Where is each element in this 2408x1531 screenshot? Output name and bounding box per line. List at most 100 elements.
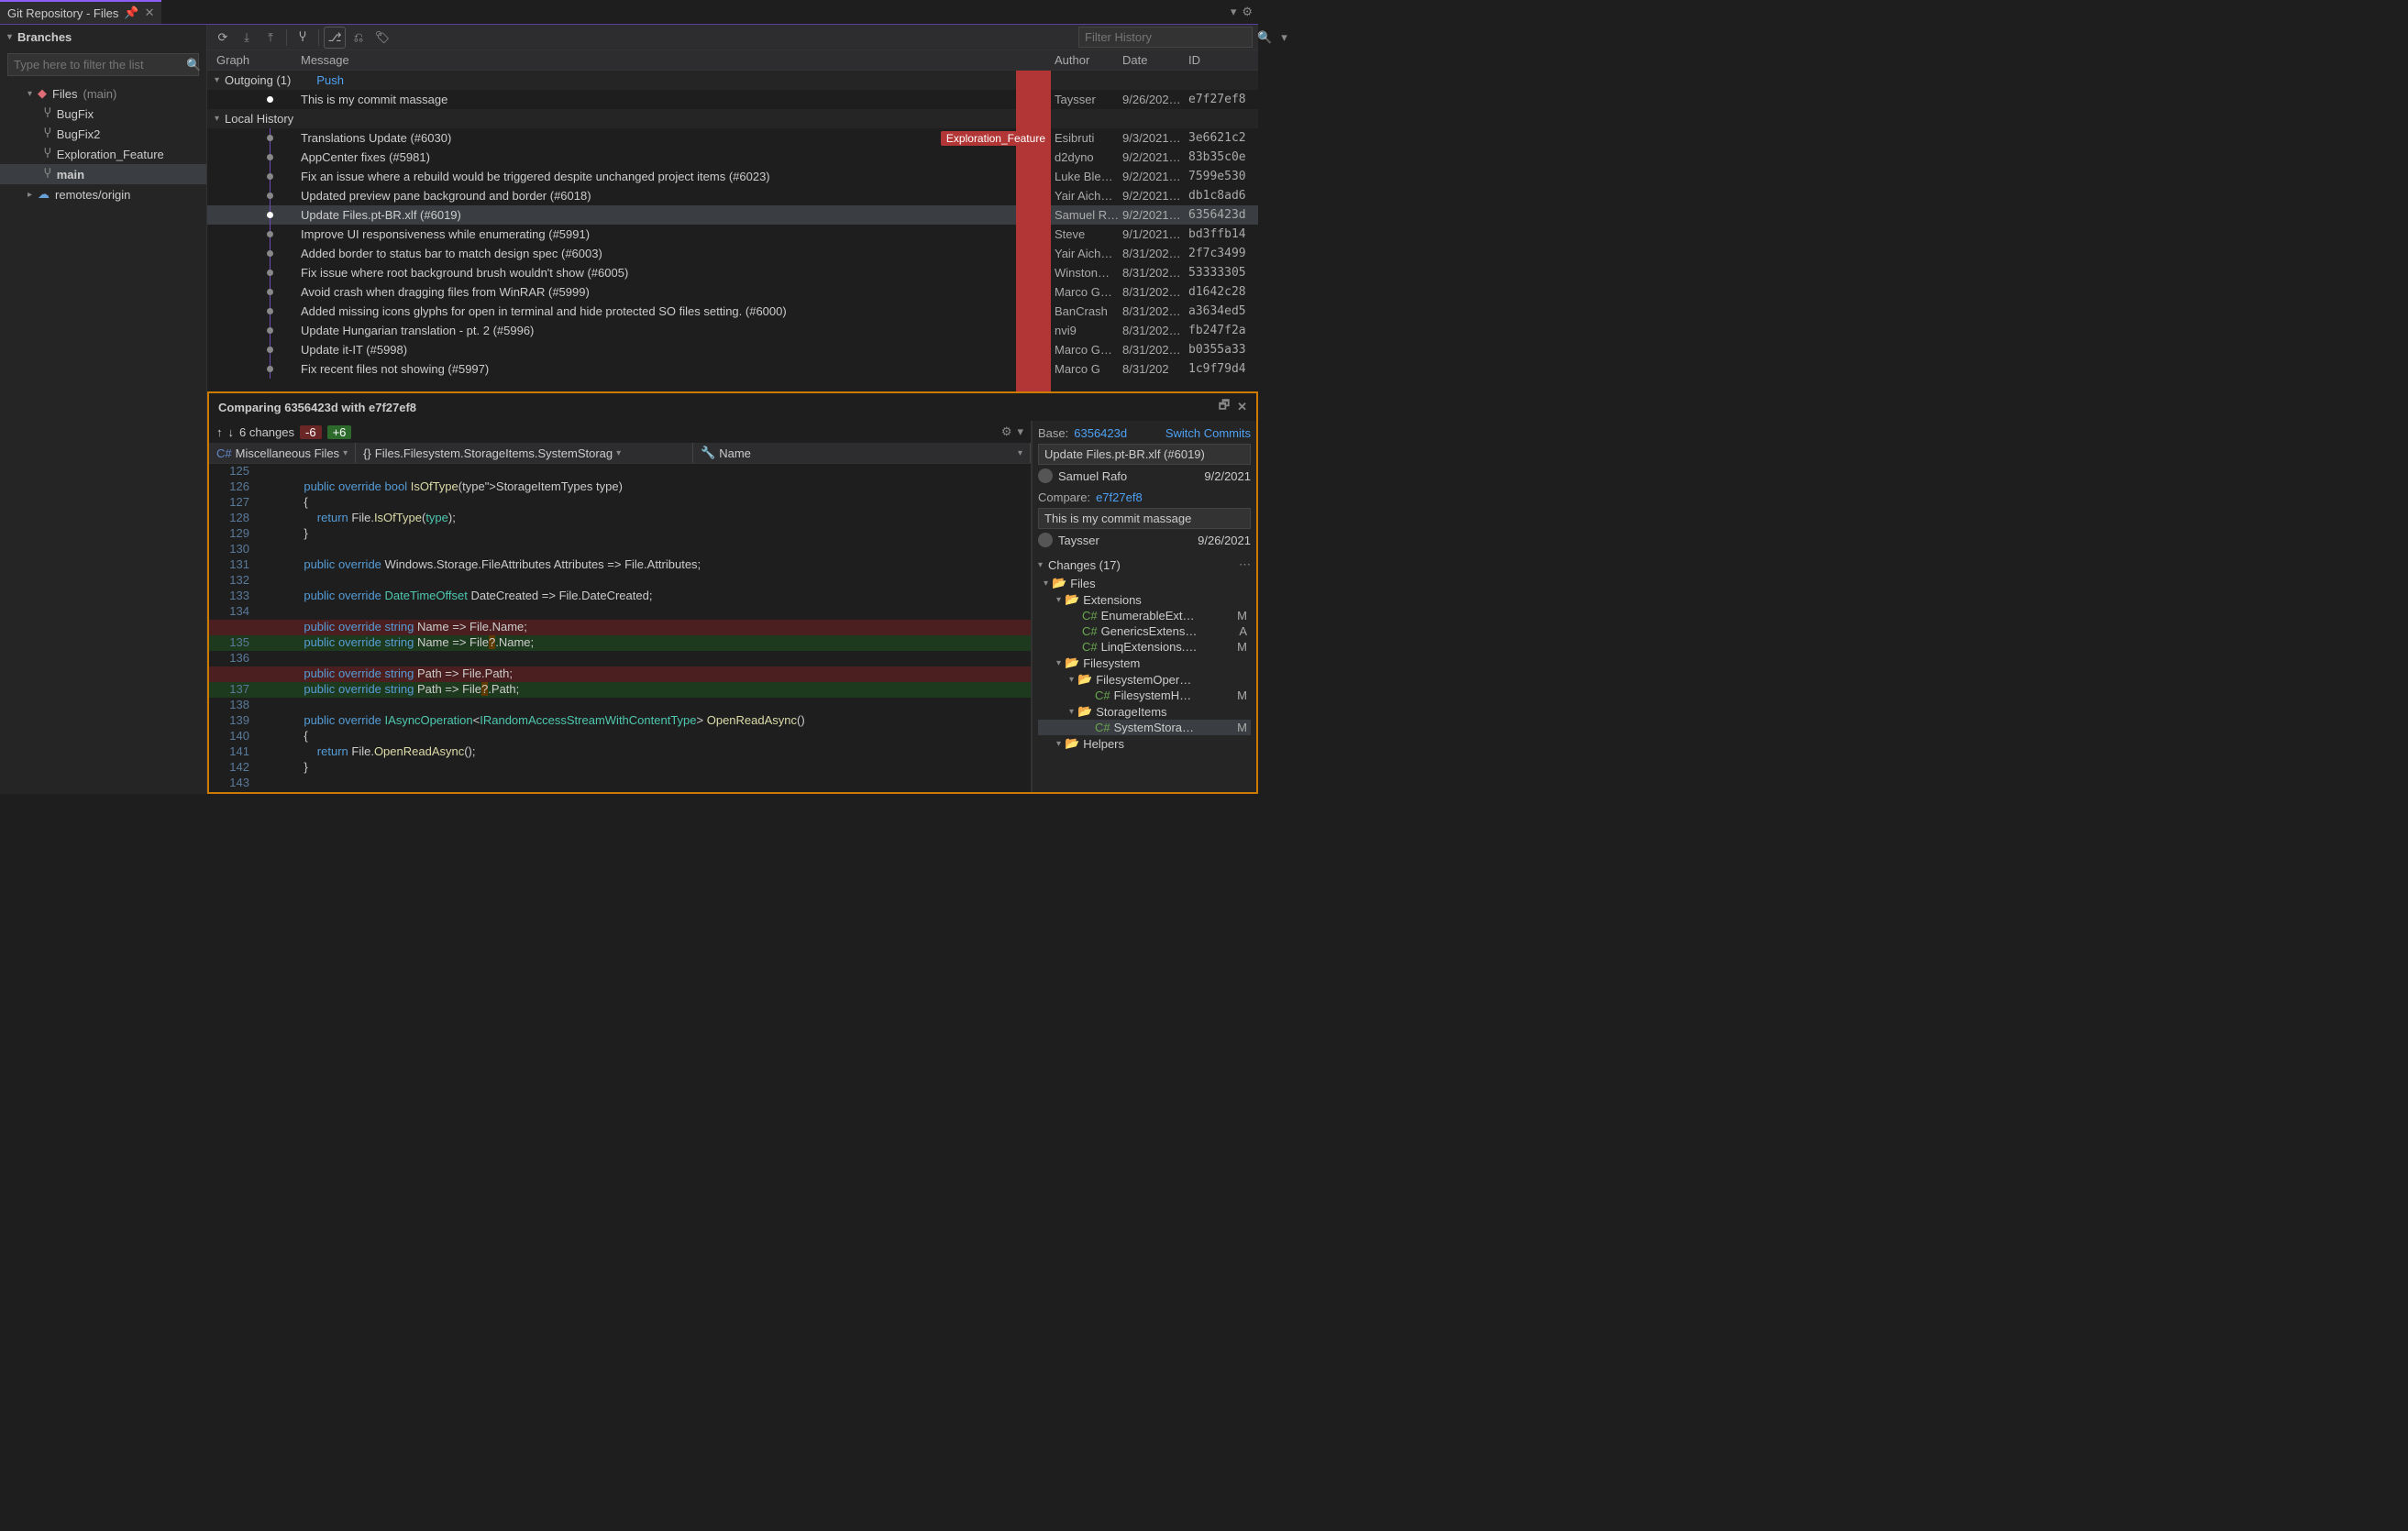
changes-count: 6 changes bbox=[239, 425, 294, 439]
commit-row[interactable]: Fix an issue where a rebuild would be tr… bbox=[207, 167, 1258, 186]
col-message[interactable]: Message bbox=[301, 53, 1055, 67]
branch-item[interactable]: Ⴤ Exploration_Feature bbox=[0, 144, 206, 164]
tag-icon[interactable]: 🏷 bbox=[372, 28, 392, 48]
branch-tag: Exploration_Feature bbox=[941, 131, 1051, 146]
chevron-right-icon: ▸ bbox=[28, 190, 32, 200]
next-change-icon[interactable]: ↓ bbox=[228, 425, 235, 439]
csharp-icon: C# bbox=[1095, 688, 1110, 702]
branch-filter-input[interactable] bbox=[8, 54, 181, 75]
code-editor[interactable]: 125 126 public override bool IsOfType(ty… bbox=[209, 464, 1031, 792]
compare-commit-msg: This is my commit massage bbox=[1038, 508, 1251, 529]
code-line: 127 { bbox=[209, 495, 1031, 511]
col-date[interactable]: Date bbox=[1122, 53, 1188, 67]
remotes-node[interactable]: ▸ ☁ remotes/origin bbox=[0, 184, 206, 204]
tab-title: Git Repository - Files bbox=[7, 6, 118, 20]
col-graph[interactable]: Graph bbox=[207, 53, 301, 67]
chevron-down-icon[interactable]: ▾ bbox=[1017, 424, 1023, 439]
tab-git-repository[interactable]: Git Repository - Files 📌 ✕ bbox=[0, 0, 161, 24]
prev-change-icon[interactable]: ↑ bbox=[216, 425, 223, 439]
code-line: 141 return File.OpenReadAsync(); bbox=[209, 744, 1031, 760]
switch-commits[interactable]: Switch Commits bbox=[1165, 426, 1251, 440]
restore-icon[interactable]: 🗗 bbox=[1219, 397, 1230, 417]
base-commit-msg: Update Files.pt-BR.xlf (#6019) bbox=[1038, 444, 1251, 465]
base-hash[interactable]: 6356423d bbox=[1074, 426, 1127, 440]
filter-history[interactable]: 🔍 ▾ bbox=[1078, 27, 1253, 48]
branch-graph-icon[interactable]: Ⴤ bbox=[293, 28, 313, 48]
commit-row[interactable]: Avoid crash when dragging files from Win… bbox=[207, 282, 1258, 302]
gear-icon[interactable]: ⚙ bbox=[1242, 5, 1253, 19]
csharp-icon: C# bbox=[1082, 624, 1098, 638]
csharp-icon: C# bbox=[1082, 640, 1098, 654]
code-line: 134 bbox=[209, 604, 1031, 620]
change-tree-item[interactable]: C#SystemStora… M bbox=[1038, 720, 1251, 735]
close-icon[interactable]: ✕ bbox=[1237, 400, 1247, 414]
folder-icon: 📂 bbox=[1077, 672, 1092, 687]
change-tree-item[interactable]: ▾📂Filesystem bbox=[1038, 655, 1251, 671]
pin-icon[interactable]: 📌 bbox=[124, 6, 138, 20]
code-line: 142 } bbox=[209, 760, 1031, 776]
branch-item[interactable]: Ⴤ BugFix bbox=[0, 104, 206, 124]
change-tree-item[interactable]: C#FilesystemH… M bbox=[1038, 688, 1251, 703]
avatar bbox=[1038, 468, 1053, 483]
commit-row[interactable]: Updated preview pane background and bord… bbox=[207, 186, 1258, 205]
change-tree-item[interactable]: ▾📂StorageItems bbox=[1038, 703, 1251, 720]
cloud-icon: ☁ bbox=[38, 187, 50, 202]
commit-row[interactable]: Added missing icons glyphs for open in t… bbox=[207, 302, 1258, 321]
changes-header[interactable]: ▾ Changes (17) ⋯ bbox=[1038, 555, 1251, 575]
crumb-namespace[interactable]: {} Files.Filesystem.StorageItems.SystemS… bbox=[356, 443, 693, 463]
commit-row[interactable]: Translations Update (#6030)Exploration_F… bbox=[207, 128, 1258, 148]
code-line: 125 bbox=[209, 464, 1031, 479]
chevron-down-icon[interactable]: ▾ bbox=[1277, 30, 1291, 45]
csharp-icon: C# bbox=[1095, 721, 1110, 734]
branch-icon: Ⴤ bbox=[44, 147, 51, 161]
search-icon[interactable]: 🔍 bbox=[1252, 30, 1277, 45]
chevron-down-icon[interactable]: ▾ bbox=[7, 32, 12, 42]
code-line: 130 bbox=[209, 542, 1031, 557]
graph-remote-icon[interactable]: ⎌ bbox=[348, 28, 369, 48]
commit-row[interactable]: AppCenter fixes (#5981) d2dyno 9/2/2021…… bbox=[207, 148, 1258, 167]
code-line: 131 public override Windows.Storage.File… bbox=[209, 557, 1031, 573]
commit-row[interactable]: Fix recent files not showing (#5997) Mar… bbox=[207, 359, 1258, 379]
refresh-icon[interactable]: ⟳ bbox=[213, 28, 233, 48]
more-icon[interactable]: ⋯ bbox=[1239, 557, 1251, 572]
change-tree-item[interactable]: ▾📂Files bbox=[1038, 575, 1251, 591]
close-icon[interactable]: ✕ bbox=[145, 6, 155, 20]
change-tree-item[interactable]: ▾📂Helpers bbox=[1038, 735, 1251, 752]
change-tree-item[interactable]: C#EnumerableExt… M bbox=[1038, 608, 1251, 623]
branch-item[interactable]: Ⴤ BugFix2 bbox=[0, 124, 206, 144]
col-id[interactable]: ID bbox=[1188, 53, 1258, 67]
crumb-member[interactable]: 🔧 Name ▾ bbox=[693, 443, 1031, 463]
crumb-project[interactable]: C# Miscellaneous Files ▾ bbox=[209, 443, 356, 463]
search-icon[interactable]: 🔍 bbox=[181, 58, 206, 72]
chevron-down-icon: ▾ bbox=[28, 89, 32, 99]
commit-row[interactable]: Added border to status bar to match desi… bbox=[207, 244, 1258, 263]
compare-hash[interactable]: e7f27ef8 bbox=[1096, 490, 1143, 504]
change-tree-item[interactable]: C#GenericsExtens… A bbox=[1038, 623, 1251, 639]
code-line: 144 public override IAsyncOperation<IInp… bbox=[209, 791, 1031, 792]
repo-root[interactable]: ▾ ◆ Files (main) bbox=[0, 83, 206, 104]
change-tree-item[interactable]: ▾📂FilesystemOper… bbox=[1038, 671, 1251, 688]
fetch-icon: ⤓ bbox=[237, 28, 257, 48]
commit-row[interactable]: Improve UI responsiveness while enumerat… bbox=[207, 225, 1258, 244]
branch-filter[interactable]: 🔍 bbox=[7, 53, 199, 76]
pull-icon: ⤒ bbox=[260, 28, 281, 48]
commit-row[interactable]: This is my commit massage main Taysser 9… bbox=[207, 90, 1258, 109]
avatar bbox=[1038, 533, 1053, 547]
commit-row[interactable]: Update it-IT (#5998) Marco G… 8/31/202… … bbox=[207, 340, 1258, 359]
folder-icon: 📂 bbox=[1052, 576, 1066, 590]
branch-item[interactable]: Ⴤ main bbox=[0, 164, 206, 184]
branches-sidebar: ▾ Branches 🔍 ▾ ◆ Files (main) Ⴤ BugFix Ⴤ… bbox=[0, 25, 207, 794]
chevron-down-icon[interactable]: ▾ bbox=[1231, 5, 1237, 19]
commit-row[interactable]: Update Hungarian translation - pt. 2 (#5… bbox=[207, 321, 1258, 340]
code-line: public override string Name => File.Name… bbox=[209, 620, 1031, 635]
filter-history-input[interactable] bbox=[1079, 28, 1252, 47]
commit-row[interactable]: Fix issue where root background brush wo… bbox=[207, 263, 1258, 282]
additions-pill: +6 bbox=[327, 425, 352, 439]
change-tree-item[interactable]: C#LinqExtensions.… M bbox=[1038, 639, 1251, 655]
gear-icon[interactable]: ⚙ bbox=[1001, 424, 1012, 439]
graph-local-icon[interactable]: ⎇ bbox=[325, 28, 345, 48]
change-tree-item[interactable]: ▾📂Extensions bbox=[1038, 591, 1251, 608]
commit-row[interactable]: Update Files.pt-BR.xlf (#6019) Samuel R…… bbox=[207, 205, 1258, 225]
col-author[interactable]: Author bbox=[1055, 53, 1122, 67]
csharp-icon: C# bbox=[216, 446, 232, 460]
